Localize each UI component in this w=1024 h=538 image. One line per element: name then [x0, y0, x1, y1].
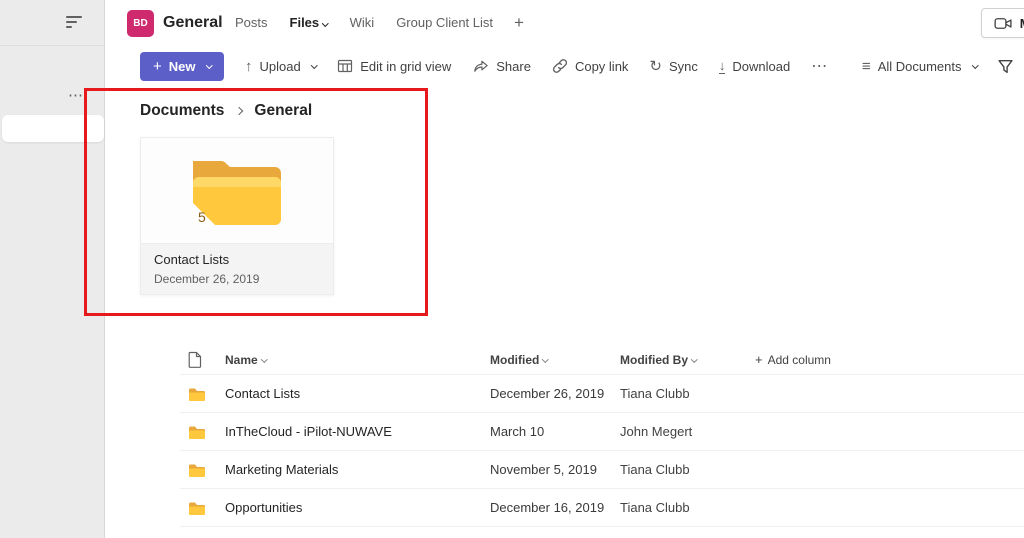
tab-group-client-list[interactable]: Group Client List: [385, 0, 504, 46]
tab-wiki[interactable]: Wiki: [339, 0, 386, 46]
row-modified-by: John Megert: [620, 424, 693, 439]
row-modified: November 5, 2019: [490, 462, 597, 477]
folder-icon: [180, 463, 225, 477]
folder-icon: [180, 387, 225, 401]
row-modified-by: Tiana Clubb: [620, 500, 690, 515]
row-name: Contact Lists: [225, 386, 301, 401]
link-icon: [552, 58, 568, 74]
selected-channel-item[interactable]: [2, 115, 104, 142]
row-modified: December 26, 2019: [490, 386, 605, 401]
download-button[interactable]: ↓ Download: [718, 57, 791, 74]
column-header-modified-by[interactable]: Modified By: [620, 353, 755, 367]
tab-posts[interactable]: Posts: [224, 0, 279, 46]
tab-files[interactable]: Files: [279, 0, 339, 46]
view-selector-button[interactable]: ≡ All Documents: [861, 57, 978, 75]
meet-button-label: Mee: [1020, 16, 1024, 31]
sync-icon: ↻: [649, 57, 662, 75]
new-button-label: New: [168, 58, 196, 74]
share-icon: [472, 58, 489, 75]
edit-grid-view-label: Edit in grid view: [360, 58, 452, 74]
share-label: Share: [496, 58, 531, 74]
tile-icon-area: 5: [141, 138, 333, 243]
breadcrumb-documents[interactable]: Documents: [140, 102, 224, 120]
table-row[interactable]: Opportunities December 16, 2019 Tiana Cl…: [180, 489, 1024, 527]
chevron-down-icon: [971, 61, 978, 69]
chevron-down-icon: [542, 356, 549, 363]
channel-header: BD General Posts Files Wiki Group Client…: [106, 0, 1024, 46]
tile-caption: Contact Lists December 26, 2019: [141, 243, 333, 294]
column-header-modified[interactable]: Modified: [490, 353, 620, 367]
channel-sidebar: ⋯: [0, 0, 105, 538]
column-header-modified-by-label: Modified By: [620, 352, 688, 367]
plus-icon: +: [755, 352, 763, 367]
row-modified-by: Tiana Clubb: [620, 386, 690, 401]
grid-icon: [337, 58, 353, 74]
row-modified: March 10: [490, 424, 545, 439]
breadcrumb-current: General: [254, 102, 313, 119]
tile-folder-name: Contact Lists: [154, 252, 230, 267]
row-name: InTheCloud - iPilot-NUWAVE: [225, 424, 392, 439]
chevron-down-icon: [322, 19, 329, 26]
plus-icon: +: [153, 57, 162, 75]
copy-link-button[interactable]: Copy link: [552, 58, 628, 74]
add-column-button[interactable]: + Add column: [755, 352, 831, 367]
document-list: Name Modified Modified By + Add column Co…: [180, 345, 1024, 527]
new-button[interactable]: + New: [140, 51, 224, 81]
share-button[interactable]: Share: [472, 58, 531, 75]
edit-grid-view-button[interactable]: Edit in grid view: [337, 58, 451, 74]
command-bar: + New ↑ Upload Edit in grid view Share C…: [106, 46, 1024, 86]
row-name: Opportunities: [225, 500, 303, 515]
list-view-icon: ≡: [861, 57, 871, 75]
chevron-right-icon: [235, 106, 244, 115]
add-tab-button[interactable]: +: [504, 13, 534, 33]
team-avatar: BD: [127, 10, 154, 37]
breadcrumb: Documents General: [140, 102, 312, 120]
copy-link-label: Copy link: [574, 58, 629, 74]
folder-icon: 5: [193, 160, 281, 225]
channel-title: General: [163, 14, 223, 31]
upload-button[interactable]: ↑ Upload: [245, 57, 318, 75]
column-header-name-label: Name: [225, 352, 258, 367]
tab-files-label: Files: [289, 15, 320, 30]
sync-button[interactable]: ↻ Sync: [649, 59, 697, 74]
upload-icon: ↑: [245, 57, 253, 75]
tile-folder-date: December 26, 2019: [154, 272, 260, 286]
row-modified-by: Tiana Clubb: [620, 462, 690, 477]
chevron-down-icon: [691, 356, 698, 363]
column-header-name[interactable]: Name: [225, 353, 490, 367]
table-row[interactable]: Marketing Materials November 5, 2019 Tia…: [180, 451, 1024, 489]
view-selector-label: All Documents: [877, 58, 962, 74]
more-commands-button[interactable]: ⋯: [811, 56, 828, 76]
folder-tile-contact-lists[interactable]: 5 Contact Lists December 26, 2019: [140, 137, 334, 295]
column-header-modified-label: Modified: [490, 352, 540, 367]
meet-button[interactable]: Mee: [980, 8, 1024, 38]
teams-files-page: ⋯ BD General Posts Files Wiki Group Clie…: [0, 0, 1024, 538]
camera-icon: [994, 14, 1013, 33]
folder-item-count: 5: [198, 209, 206, 225]
sync-label: Sync: [669, 58, 698, 74]
table-row[interactable]: InTheCloud - iPilot-NUWAVE March 10 John…: [180, 413, 1024, 451]
document-type-icon: [180, 351, 225, 368]
download-label: Download: [732, 58, 791, 74]
row-name: Marketing Materials: [225, 462, 339, 477]
filter-icon[interactable]: [66, 16, 82, 28]
more-options-icon[interactable]: ⋯: [68, 86, 84, 104]
row-modified: December 16, 2019: [490, 500, 605, 515]
filter-funnel-icon[interactable]: [997, 58, 1014, 75]
table-row[interactable]: Contact Lists December 26, 2019 Tiana Cl…: [180, 375, 1024, 413]
add-column-label: Add column: [767, 352, 831, 367]
upload-label: Upload: [259, 58, 301, 74]
chevron-down-icon: [205, 61, 212, 69]
tab-bar: Posts Files Wiki Group Client List +: [224, 0, 534, 46]
download-icon: ↓: [718, 57, 726, 74]
list-header-row: Name Modified Modified By + Add column: [180, 345, 1024, 375]
folder-icon: [180, 425, 225, 439]
chevron-down-icon: [310, 61, 318, 69]
sidebar-header: [0, 0, 104, 46]
toolbar-right: ≡ All Documents: [862, 58, 1024, 75]
folder-icon: [180, 501, 225, 515]
chevron-down-icon: [260, 356, 268, 363]
